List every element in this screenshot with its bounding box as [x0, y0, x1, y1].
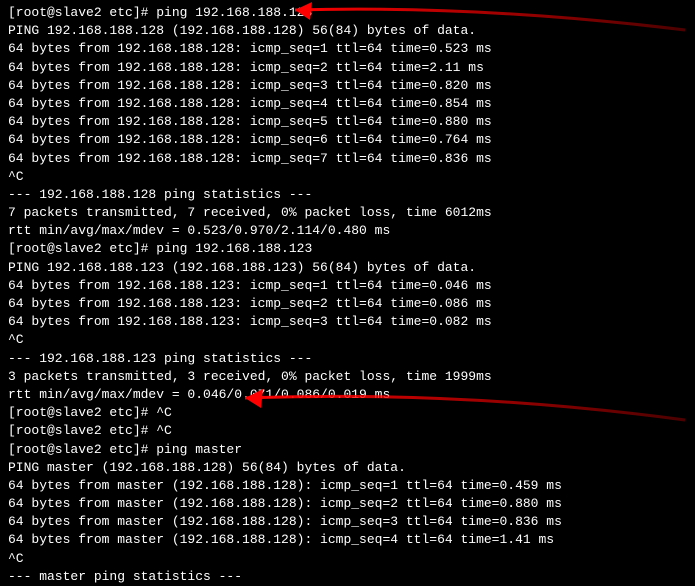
terminal-line: 64 bytes from 192.168.188.128: icmp_seq=…: [8, 95, 687, 113]
terminal-line: 3 packets transmitted, 3 received, 0% pa…: [8, 368, 687, 386]
terminal-line: --- 192.168.188.123 ping statistics ---: [8, 350, 687, 368]
terminal-output: [root@slave2 etc]# ping 192.168.188.128P…: [8, 4, 687, 586]
terminal-line: ^C: [8, 168, 687, 186]
terminal-line: 64 bytes from 192.168.188.128: icmp_seq=…: [8, 77, 687, 95]
terminal-line: [root@slave2 etc]# ^C: [8, 422, 687, 440]
terminal-line: --- master ping statistics ---: [8, 568, 687, 586]
terminal-line: [root@slave2 etc]# ping master: [8, 441, 687, 459]
terminal-line: --- 192.168.188.128 ping statistics ---: [8, 186, 687, 204]
terminal-line: 64 bytes from master (192.168.188.128): …: [8, 531, 687, 549]
terminal-line: PING 192.168.188.123 (192.168.188.123) 5…: [8, 259, 687, 277]
terminal-line: ^C: [8, 331, 687, 349]
terminal-line: rtt min/avg/max/mdev = 0.523/0.970/2.114…: [8, 222, 687, 240]
terminal-line: [root@slave2 etc]# ping 192.168.188.128: [8, 4, 687, 22]
terminal-line: 64 bytes from 192.168.188.128: icmp_seq=…: [8, 131, 687, 149]
terminal-line: 64 bytes from 192.168.188.128: icmp_seq=…: [8, 40, 687, 58]
terminal-line: 64 bytes from 192.168.188.123: icmp_seq=…: [8, 277, 687, 295]
terminal-line: 64 bytes from 192.168.188.123: icmp_seq=…: [8, 313, 687, 331]
terminal-line: rtt min/avg/max/mdev = 0.046/0.071/0.086…: [8, 386, 687, 404]
terminal-line: 7 packets transmitted, 7 received, 0% pa…: [8, 204, 687, 222]
terminal-line: 64 bytes from 192.168.188.128: icmp_seq=…: [8, 113, 687, 131]
terminal-line: [root@slave2 etc]# ^C: [8, 404, 687, 422]
terminal-line: 64 bytes from 192.168.188.128: icmp_seq=…: [8, 150, 687, 168]
terminal-line: 64 bytes from 192.168.188.123: icmp_seq=…: [8, 295, 687, 313]
terminal-line: 64 bytes from master (192.168.188.128): …: [8, 495, 687, 513]
terminal-line: ^C: [8, 550, 687, 568]
terminal-line: 64 bytes from master (192.168.188.128): …: [8, 513, 687, 531]
terminal-line: PING master (192.168.188.128) 56(84) byt…: [8, 459, 687, 477]
terminal-line: PING 192.168.188.128 (192.168.188.128) 5…: [8, 22, 687, 40]
terminal-line: 64 bytes from master (192.168.188.128): …: [8, 477, 687, 495]
terminal-line: 64 bytes from 192.168.188.128: icmp_seq=…: [8, 59, 687, 77]
terminal-line: [root@slave2 etc]# ping 192.168.188.123: [8, 240, 687, 258]
